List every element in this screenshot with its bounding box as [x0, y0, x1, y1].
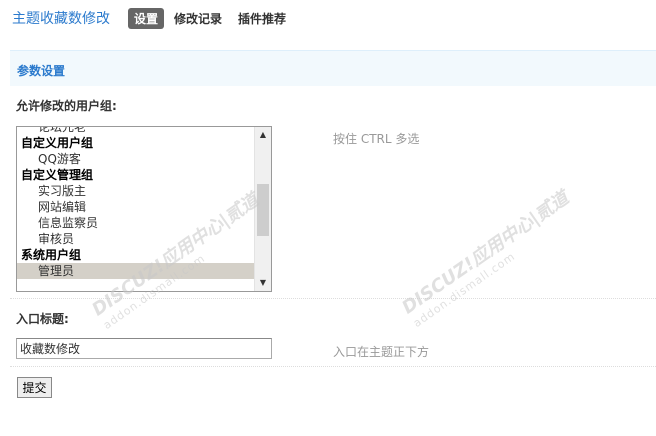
option-item[interactable]: QQ游客 [17, 151, 255, 167]
tab-change-log[interactable]: 修改记录 [174, 10, 222, 27]
entry-title-input[interactable] [16, 338, 272, 359]
plugin-title: 主题收藏数修改 [12, 11, 110, 27]
optgroup-label: 自定义用户组 [21, 136, 94, 150]
entry-field-hint: 入口在主题正下方 [333, 345, 430, 359]
option-item[interactable]: 论坛元老 [17, 127, 255, 135]
tab-settings[interactable]: 设置 [128, 7, 165, 29]
tab-plugin-recommend[interactable]: 插件推荐 [238, 10, 286, 27]
divider [10, 366, 656, 367]
section-header: 参数设置 [10, 50, 656, 86]
scroll-down-icon[interactable]: ▼ [255, 275, 271, 291]
groups-field-label: 允许修改的用户组: [16, 99, 117, 113]
page-header: 主题收藏数修改 设置 修改记录 插件推荐 [12, 6, 302, 30]
user-groups-options: 论坛元老 自定义用户组 QQ游客 自定义管理组 实习版主 网站编辑 信息监察员 审核员 系统用户… [17, 127, 255, 279]
watermark-url: addon.dismall.com [410, 249, 518, 330]
option-item[interactable]: 实习版主 [17, 183, 255, 199]
groups-field-hint: 按住 CTRL 多选 [333, 132, 420, 146]
watermark-logo: DISCUZ!应用中心|贰道 addon.dismall.com [396, 184, 581, 330]
entry-field-label: 入口标题: [16, 312, 69, 326]
scroll-up-icon[interactable]: ▲ [255, 127, 271, 143]
submit-button[interactable]: 提交 [17, 377, 52, 398]
section-title: 参数设置 [17, 64, 66, 78]
optgroup-label: 自定义管理组 [21, 168, 94, 182]
